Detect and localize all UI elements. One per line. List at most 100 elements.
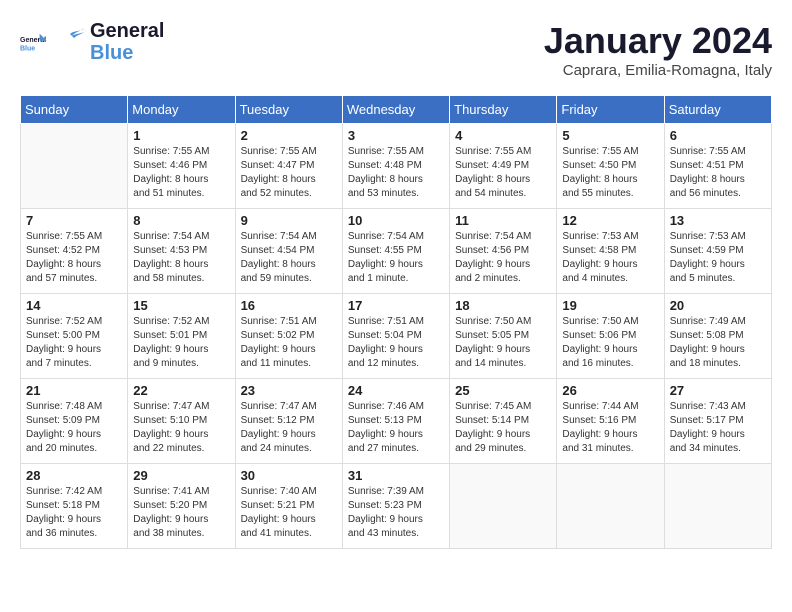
- day-info: Sunrise: 7:55 AM Sunset: 4:50 PM Dayligh…: [562, 145, 658, 201]
- calendar-day-cell: 10 Sunrise: 7:54 AM Sunset: 4:55 PM Dayli…: [342, 209, 449, 294]
- calendar-day-cell: 4Sunrise: 7:55 AM Sunset: 4:49 PM Daylig…: [450, 124, 557, 209]
- day-number: 16: [241, 298, 337, 313]
- day-number: 12: [562, 213, 658, 228]
- day-info: Sunrise: 7:44 AM Sunset: 5:16 PM Dayligh…: [562, 400, 658, 456]
- day-number: 10: [348, 213, 444, 228]
- calendar-day-cell: [664, 464, 771, 549]
- day-number: 27: [670, 383, 766, 398]
- day-of-week-header: Friday: [557, 96, 664, 124]
- day-number: 3: [348, 128, 444, 143]
- calendar-day-cell: 5 Sunrise: 7:55 AM Sunset: 4:50 PM Daylig…: [557, 124, 664, 209]
- day-of-week-header: Sunday: [21, 96, 128, 124]
- day-info: Sunrise: 7:48 AM Sunset: 5:09 PM Dayligh…: [26, 400, 122, 456]
- day-number: 29: [133, 468, 229, 483]
- day-number: 11: [455, 213, 551, 228]
- day-number: 22: [133, 383, 229, 398]
- day-number: 18: [455, 298, 551, 313]
- day-number: 6: [670, 128, 766, 143]
- day-info: Sunrise: 7:53 AM Sunset: 4:59 PM Dayligh…: [670, 230, 766, 286]
- svg-text:Blue: Blue: [20, 45, 35, 52]
- calendar-day-cell: [21, 124, 128, 209]
- day-info: Sunrise: 7:55 AM Sunset: 4:52 PM Dayligh…: [26, 230, 122, 286]
- day-number: 31: [348, 468, 444, 483]
- calendar-week-row: 21 Sunrise: 7:48 AM Sunset: 5:09 PM Dayli…: [21, 379, 772, 464]
- day-info: Sunrise: 7:39 AM Sunset: 5:23 PM Dayligh…: [348, 485, 444, 541]
- day-info: Sunrise: 7:45 AM Sunset: 5:14 PM Dayligh…: [455, 400, 551, 456]
- calendar-day-cell: 25Sunrise: 7:45 AM Sunset: 5:14 PM Dayli…: [450, 379, 557, 464]
- calendar-day-cell: 24 Sunrise: 7:46 AM Sunset: 5:13 PM Dayli…: [342, 379, 449, 464]
- day-number: 21: [26, 383, 122, 398]
- calendar-day-cell: 14 Sunrise: 7:52 AM Sunset: 5:00 PM Dayli…: [21, 294, 128, 379]
- day-info: Sunrise: 7:54 AM Sunset: 4:53 PM Dayligh…: [133, 230, 229, 286]
- calendar-week-row: 7Sunrise: 7:55 AM Sunset: 4:52 PM Daylig…: [21, 209, 772, 294]
- day-of-week-header: Saturday: [664, 96, 771, 124]
- calendar-day-cell: 26 Sunrise: 7:44 AM Sunset: 5:16 PM Dayli…: [557, 379, 664, 464]
- calendar-day-cell: 28 Sunrise: 7:42 AM Sunset: 5:18 PM Dayli…: [21, 464, 128, 549]
- day-info: Sunrise: 7:53 AM Sunset: 4:58 PM Dayligh…: [562, 230, 658, 286]
- calendar-table: SundayMondayTuesdayWednesdayThursdayFrid…: [20, 95, 772, 549]
- calendar-day-cell: 27 Sunrise: 7:43 AM Sunset: 5:17 PM Dayli…: [664, 379, 771, 464]
- page-header: General Blue General Blue January 2024 C…: [20, 20, 772, 79]
- calendar-day-cell: 13 Sunrise: 7:53 AM Sunset: 4:59 PM Dayli…: [664, 209, 771, 294]
- day-of-week-header: Tuesday: [235, 96, 342, 124]
- day-number: 24: [348, 383, 444, 398]
- day-info: Sunrise: 7:41 AM Sunset: 5:20 PM Dayligh…: [133, 485, 229, 541]
- day-info: Sunrise: 7:54 AM Sunset: 4:54 PM Dayligh…: [241, 230, 337, 286]
- day-number: 17: [348, 298, 444, 313]
- day-number: 26: [562, 383, 658, 398]
- day-info: Sunrise: 7:55 AM Sunset: 4:49 PM Dayligh…: [455, 145, 551, 201]
- day-number: 2: [241, 128, 337, 143]
- calendar-day-cell: 12 Sunrise: 7:53 AM Sunset: 4:58 PM Dayli…: [557, 209, 664, 294]
- day-number: 15: [133, 298, 229, 313]
- logo-icon: General Blue: [20, 28, 48, 56]
- day-info: Sunrise: 7:55 AM Sunset: 4:48 PM Dayligh…: [348, 145, 444, 201]
- day-number: 23: [241, 383, 337, 398]
- day-info: Sunrise: 7:50 AM Sunset: 5:05 PM Dayligh…: [455, 315, 551, 371]
- day-info: Sunrise: 7:55 AM Sunset: 4:51 PM Dayligh…: [670, 145, 766, 201]
- day-number: 28: [26, 468, 122, 483]
- day-info: Sunrise: 7:42 AM Sunset: 5:18 PM Dayligh…: [26, 485, 122, 541]
- calendar-day-cell: 29 Sunrise: 7:41 AM Sunset: 5:20 PM Dayli…: [128, 464, 235, 549]
- day-info: Sunrise: 7:54 AM Sunset: 4:55 PM Dayligh…: [348, 230, 444, 286]
- day-info: Sunrise: 7:52 AM Sunset: 5:00 PM Dayligh…: [26, 315, 122, 371]
- calendar-day-cell: 9 Sunrise: 7:54 AM Sunset: 4:54 PM Daylig…: [235, 209, 342, 294]
- day-info: Sunrise: 7:46 AM Sunset: 5:13 PM Dayligh…: [348, 400, 444, 456]
- day-of-week-header: Monday: [128, 96, 235, 124]
- day-info: Sunrise: 7:54 AM Sunset: 4:56 PM Dayligh…: [455, 230, 551, 286]
- location-subtitle: Caprara, Emilia-Romagna, Italy: [544, 62, 772, 79]
- logo-bird-icon: [52, 24, 88, 60]
- logo-text-line2: Blue: [90, 42, 164, 64]
- calendar-day-cell: 3 Sunrise: 7:55 AM Sunset: 4:48 PM Daylig…: [342, 124, 449, 209]
- day-info: Sunrise: 7:40 AM Sunset: 5:21 PM Dayligh…: [241, 485, 337, 541]
- day-info: Sunrise: 7:55 AM Sunset: 4:46 PM Dayligh…: [133, 145, 229, 201]
- calendar-week-row: 28 Sunrise: 7:42 AM Sunset: 5:18 PM Dayli…: [21, 464, 772, 549]
- day-number: 8: [133, 213, 229, 228]
- calendar-header-row: SundayMondayTuesdayWednesdayThursdayFrid…: [21, 96, 772, 124]
- calendar-day-cell: 22 Sunrise: 7:47 AM Sunset: 5:10 PM Dayli…: [128, 379, 235, 464]
- calendar-day-cell: 23 Sunrise: 7:47 AM Sunset: 5:12 PM Dayli…: [235, 379, 342, 464]
- day-number: 20: [670, 298, 766, 313]
- calendar-day-cell: 16Sunrise: 7:51 AM Sunset: 5:02 PM Dayli…: [235, 294, 342, 379]
- calendar-day-cell: 11 Sunrise: 7:54 AM Sunset: 4:56 PM Dayli…: [450, 209, 557, 294]
- day-number: 9: [241, 213, 337, 228]
- day-info: Sunrise: 7:55 AM Sunset: 4:47 PM Dayligh…: [241, 145, 337, 201]
- calendar-day-cell: 2 Sunrise: 7:55 AM Sunset: 4:47 PM Daylig…: [235, 124, 342, 209]
- calendar-day-cell: 8 Sunrise: 7:54 AM Sunset: 4:53 PM Daylig…: [128, 209, 235, 294]
- day-number: 30: [241, 468, 337, 483]
- calendar-day-cell: 31 Sunrise: 7:39 AM Sunset: 5:23 PM Dayli…: [342, 464, 449, 549]
- calendar-day-cell: 7Sunrise: 7:55 AM Sunset: 4:52 PM Daylig…: [21, 209, 128, 294]
- day-number: 5: [562, 128, 658, 143]
- day-info: Sunrise: 7:51 AM Sunset: 5:04 PM Dayligh…: [348, 315, 444, 371]
- calendar-week-row: 1Sunrise: 7:55 AM Sunset: 4:46 PM Daylig…: [21, 124, 772, 209]
- calendar-day-cell: [450, 464, 557, 549]
- day-info: Sunrise: 7:47 AM Sunset: 5:10 PM Dayligh…: [133, 400, 229, 456]
- calendar-day-cell: 15Sunrise: 7:52 AM Sunset: 5:01 PM Dayli…: [128, 294, 235, 379]
- day-number: 14: [26, 298, 122, 313]
- day-info: Sunrise: 7:43 AM Sunset: 5:17 PM Dayligh…: [670, 400, 766, 456]
- day-number: 19: [562, 298, 658, 313]
- day-number: 13: [670, 213, 766, 228]
- day-info: Sunrise: 7:47 AM Sunset: 5:12 PM Dayligh…: [241, 400, 337, 456]
- calendar-day-cell: 17 Sunrise: 7:51 AM Sunset: 5:04 PM Dayli…: [342, 294, 449, 379]
- calendar-day-cell: 30 Sunrise: 7:40 AM Sunset: 5:21 PM Dayli…: [235, 464, 342, 549]
- logo-text-line1: General: [90, 20, 164, 42]
